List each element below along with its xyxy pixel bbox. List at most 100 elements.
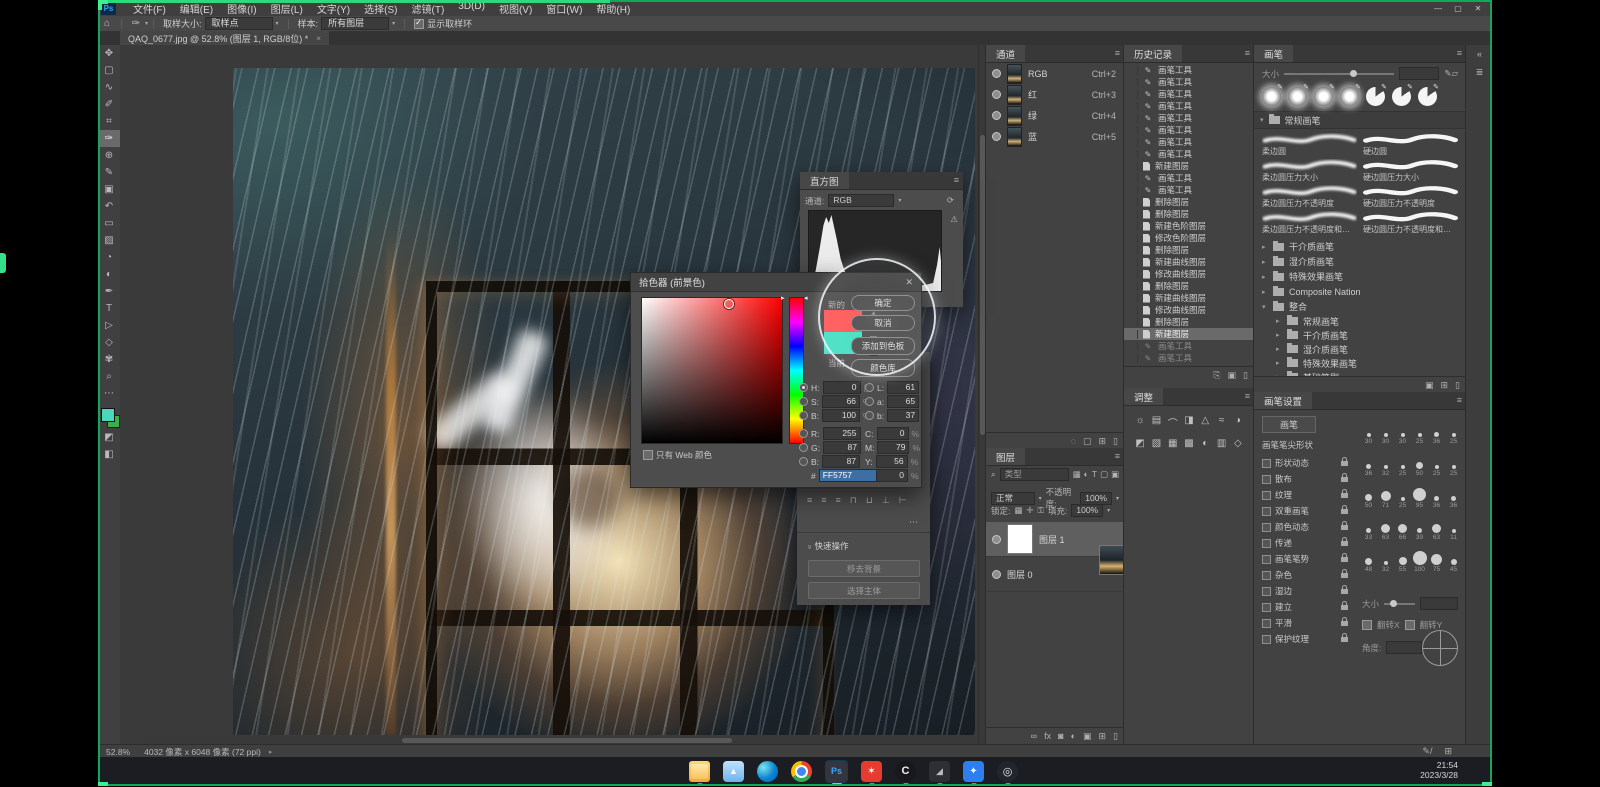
minimize-button[interactable]: —: [1428, 1, 1448, 15]
history-state-row[interactable]: ✎画笔工具: [1124, 76, 1254, 88]
lock-icon[interactable]: [1341, 637, 1348, 642]
brush-subfolder-干介质画笔[interactable]: ▸干介质画笔: [1254, 328, 1466, 342]
menu-item[interactable]: 图层(L): [264, 0, 310, 17]
field-input[interactable]: 66: [822, 395, 860, 408]
color-libraries-button[interactable]: 颜色库: [851, 359, 915, 377]
brush-option-纹理[interactable]: 纹理: [1254, 487, 1356, 503]
history-state-row[interactable]: 新建色阶图层: [1124, 220, 1254, 232]
field-input[interactable]: 0: [876, 469, 908, 482]
history-state-row[interactable]: 新建曲线图层: [1124, 256, 1254, 268]
brush-subfolder-湿介质画笔[interactable]: ▸湿介质画笔: [1254, 342, 1466, 356]
taskbar-dark-app-icon[interactable]: ◢: [929, 761, 950, 782]
brush-tip-sample[interactable]: 36: [1445, 481, 1462, 509]
horizontal-scrollbar[interactable]: [142, 737, 978, 744]
field-input[interactable]: 61: [887, 381, 919, 394]
brush-tip-sample[interactable]: 100: [1411, 545, 1428, 573]
saturation-brightness-field[interactable]: [641, 297, 783, 444]
brush-tip-sample[interactable]: 25: [1445, 449, 1462, 477]
delete-layer-icon[interactable]: ▯: [1113, 731, 1118, 742]
layer-filter-input[interactable]: 类型: [1000, 468, 1069, 481]
eraser-tool[interactable]: ▭: [98, 215, 120, 232]
brush-tip-sample[interactable]: 25: [1428, 449, 1445, 477]
panel-menu-icon[interactable]: ≡: [1245, 391, 1250, 401]
menu-item[interactable]: 文件(F): [126, 0, 173, 17]
brush-subfolder-常规画笔[interactable]: ▸常规画笔: [1254, 314, 1466, 328]
history-state-row[interactable]: 修改曲线图层: [1124, 304, 1254, 316]
history-state-row[interactable]: 新建曲线图层: [1124, 292, 1254, 304]
layer-effects-icon[interactable]: fx: [1044, 731, 1051, 741]
close-button[interactable]: ✕: [1468, 1, 1488, 15]
new-brush-icon[interactable]: ⊞: [1441, 380, 1449, 391]
brush-tip-sample[interactable]: 33: [1360, 513, 1377, 541]
brush-tip-sample[interactable]: 50: [1411, 449, 1428, 477]
lock-icon[interactable]: [1341, 573, 1348, 578]
brush-folder-Composite Nation[interactable]: ▸Composite Nation: [1254, 284, 1466, 299]
history-state-row[interactable]: 新建图层: [1124, 328, 1254, 340]
tab-brush-settings[interactable]: 画笔设置: [1254, 392, 1312, 409]
brush-tip-preview-2[interactable]: [1314, 87, 1333, 106]
history-snapshot-cell[interactable]: [1127, 342, 1138, 351]
brush-folder-干介质画笔[interactable]: ▸干介质画笔: [1254, 239, 1466, 254]
lock-icon-2[interactable]: ⚿: [1038, 505, 1044, 516]
panel-menu-icon[interactable]: ≡: [1115, 48, 1120, 58]
tab-history[interactable]: 历史记录: [1124, 45, 1182, 62]
marquee-tool[interactable]: ▢: [98, 62, 120, 79]
brush-tip-sample[interactable]: 63: [1377, 513, 1394, 541]
new-preset-icon[interactable]: ⊞: [1444, 746, 1452, 757]
align-icon-6[interactable]: ⊢: [899, 495, 907, 506]
show-sampling-ring-checkbox[interactable]: [414, 19, 424, 29]
visibility-eye-icon[interactable]: [992, 90, 1001, 99]
panel-menu-icon[interactable]: ≡: [1115, 451, 1120, 461]
brush-tip-preview-0[interactable]: [1262, 87, 1281, 106]
brush-option-平滑[interactable]: 平滑: [1254, 615, 1356, 631]
brush-tip-sample[interactable]: 50: [1360, 481, 1377, 509]
layer-row[interactable]: 图层 0: [986, 557, 1124, 592]
brush-tip-sample[interactable]: 45: [1445, 545, 1462, 573]
tab-histogram[interactable]: 直方图: [800, 172, 849, 189]
brush-folder-湿介质画笔[interactable]: ▸湿介质画笔: [1254, 254, 1466, 269]
option-checkbox[interactable]: [1262, 603, 1271, 612]
color-picker-titlebar[interactable]: 拾色器 (前景色) ✕: [631, 273, 921, 292]
field-radio[interactable]: [865, 397, 874, 406]
history-snapshot-cell[interactable]: [1127, 210, 1138, 219]
channel-row[interactable]: 红Ctrl+3: [986, 84, 1124, 105]
brush-tip-sample[interactable]: 55: [1394, 545, 1411, 573]
quick-actions-header[interactable]: ∨ 快速操作: [807, 540, 849, 552]
save-selection-icon[interactable]: ▢: [1083, 436, 1092, 447]
brush-tip-sample[interactable]: 25: [1394, 481, 1411, 509]
brush-tip-sample[interactable]: 95: [1411, 481, 1428, 509]
brush-tip-sample[interactable]: 25: [1411, 417, 1428, 445]
cancel-button[interactable]: 取消: [851, 315, 915, 331]
field-radio[interactable]: [799, 397, 808, 406]
option-checkbox[interactable]: [1262, 571, 1271, 580]
brush-item[interactable]: 柔边圆压力不透明度和流量: [1262, 211, 1357, 237]
brush-option-传递[interactable]: 传递: [1254, 535, 1356, 551]
brush-item[interactable]: 柔边圆: [1262, 133, 1357, 159]
select-subject-button[interactable]: 选择主体: [808, 582, 920, 599]
brush-option-形状动态[interactable]: 形状动态: [1254, 455, 1356, 471]
brush-tip-sample[interactable]: 30: [1394, 417, 1411, 445]
history-state-row[interactable]: 删除图层: [1124, 208, 1254, 220]
history-state-row[interactable]: 删除图层: [1124, 316, 1254, 328]
sample-size-select[interactable]: 取样点: [205, 17, 273, 30]
brush-preview-toggle-icon[interactable]: ✎▱: [1444, 68, 1458, 79]
quick-selection-tool[interactable]: ✐: [98, 96, 120, 113]
brush-option-画笔笔势[interactable]: 画笔笔势: [1254, 551, 1356, 567]
visibility-eye-icon[interactable]: [992, 132, 1001, 141]
history-brush-tool[interactable]: ↶: [98, 198, 120, 215]
history-snapshot-cell[interactable]: [1127, 150, 1138, 159]
clone-stamp-tool[interactable]: ▣: [98, 181, 120, 198]
brush-tip-shape-item[interactable]: 画笔笔尖形状: [1254, 437, 1362, 453]
option-checkbox[interactable]: [1262, 587, 1271, 596]
history-state-row[interactable]: ✎画笔工具: [1124, 112, 1254, 124]
brush-tip-preview-3[interactable]: [1340, 87, 1359, 106]
field-radio[interactable]: [799, 443, 808, 452]
brushes-shortcut-button[interactable]: 画笔: [1262, 416, 1316, 433]
history-snapshot-cell[interactable]: [1127, 270, 1138, 279]
layer-filter-icon-1[interactable]: ◐: [1084, 469, 1089, 480]
lock-icon[interactable]: [1341, 509, 1348, 514]
option-checkbox[interactable]: [1262, 555, 1271, 564]
brush-tip-sample[interactable]: 48: [1360, 545, 1377, 573]
brush-option-杂色[interactable]: 杂色: [1254, 567, 1356, 583]
field-input[interactable]: 56: [876, 455, 908, 468]
